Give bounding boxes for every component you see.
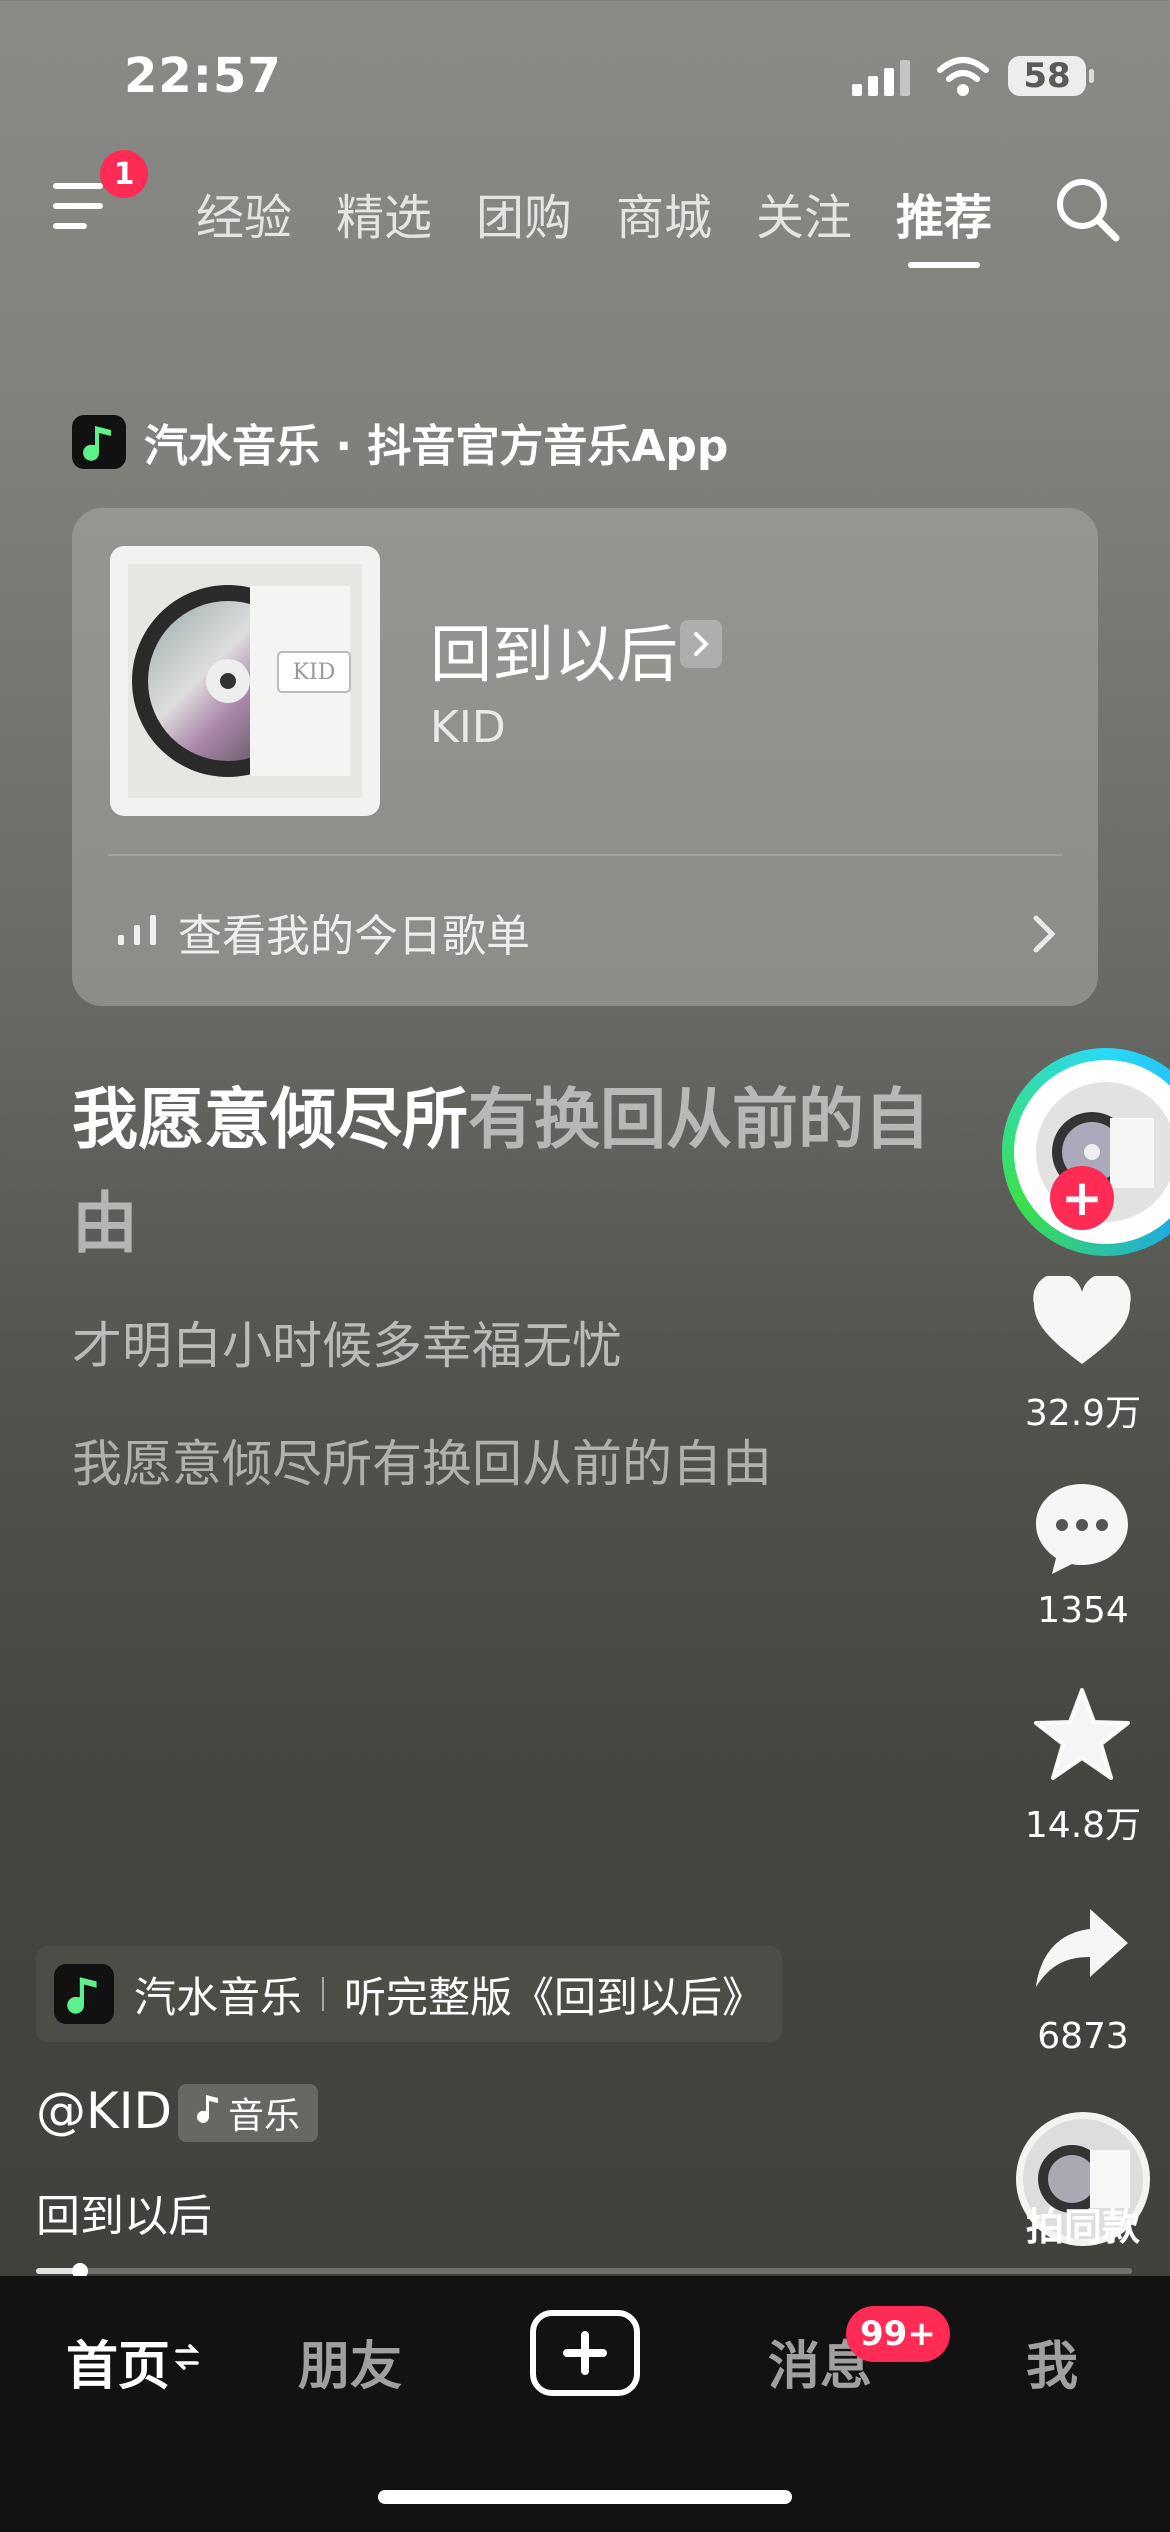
qishui-logo-icon xyxy=(72,415,126,469)
music-chip-app: 汽水音乐 xyxy=(134,1972,303,2022)
author-handle[interactable]: @KID xyxy=(36,2082,172,2140)
music-chip-text: 听完整版《回到以后》 xyxy=(344,1972,765,2022)
album-cover-text: KID xyxy=(293,660,336,685)
following-lyric-line: 我愿意倾尽所有换回从前的自由 xyxy=(72,1435,772,1493)
song-title[interactable]: 回到以后 xyxy=(430,604,678,694)
music-note-icon xyxy=(196,2093,222,2134)
song-artist: KID xyxy=(430,702,506,753)
tab-jingyan[interactable]: 经验 xyxy=(196,178,292,248)
nav-friends[interactable]: 朋友 xyxy=(298,2324,402,2399)
notification-badge: 1 xyxy=(100,150,148,198)
active-tab-indicator xyxy=(908,262,980,268)
chevron-right-icon[interactable] xyxy=(1030,912,1058,960)
daily-playlist-link[interactable]: 查看我的今日歌单 xyxy=(116,900,530,964)
battery-indicator: 58 xyxy=(1008,56,1094,96)
comment-icon[interactable] xyxy=(1030,1480,1134,1576)
music-source-text: 汽水音乐 · 抖音官方音乐App xyxy=(144,421,729,472)
qishui-logo-icon xyxy=(54,1964,114,2024)
create-button[interactable] xyxy=(530,2310,640,2396)
video-caption: 回到以后 xyxy=(36,2191,212,2242)
messages-badge: 99+ xyxy=(846,2306,950,2362)
cellular-signal-icon xyxy=(852,58,916,102)
like-count: 32.9万 xyxy=(1024,1393,1142,1434)
tab-tuangou[interactable]: 团购 xyxy=(476,178,572,248)
follow-button[interactable]: + xyxy=(1050,1166,1114,1230)
tab-jingxuan[interactable]: 精选 xyxy=(336,178,432,248)
daily-playlist-label: 查看我的今日歌单 xyxy=(178,911,530,962)
wifi-icon xyxy=(936,54,990,102)
like-heart-icon[interactable] xyxy=(1030,1274,1134,1370)
use-sound-label[interactable]: 拍同款 xyxy=(1000,2196,1166,2251)
music-tag-label: 音乐 xyxy=(228,2096,301,2137)
search-icon[interactable] xyxy=(1052,174,1122,248)
tab-guanzhu[interactable]: 关注 xyxy=(756,178,852,248)
menu-icon[interactable] xyxy=(52,180,112,236)
equalizer-icon xyxy=(116,907,160,958)
nav-me[interactable]: 我 xyxy=(1026,2324,1078,2399)
tab-tuijian[interactable]: 推荐 xyxy=(896,178,992,248)
music-tag[interactable]: 音乐 xyxy=(178,2084,319,2142)
favorite-star-icon[interactable] xyxy=(1030,1686,1134,1782)
switch-arrows-icon[interactable] xyxy=(174,2342,200,2376)
share-count: 6873 xyxy=(1037,2016,1129,2057)
next-lyric-line: 才明白小时候多幸福无忧 xyxy=(72,1317,622,1375)
comment-count: 1354 xyxy=(1037,1590,1129,1631)
video-progress-bar[interactable] xyxy=(36,2263,1132,2279)
current-lyric-line: 我愿意倾尽所有换回从前的自由 xyxy=(72,1081,930,1262)
card-divider xyxy=(108,854,1062,856)
music-chip[interactable]: 汽水音乐 听完整版《回到以后》 xyxy=(36,1946,782,2042)
chevron-right-icon[interactable] xyxy=(680,620,722,668)
nav-home[interactable]: 首页 xyxy=(66,2324,170,2399)
status-time: 22:57 xyxy=(124,48,282,104)
chip-separator xyxy=(322,1977,325,2011)
favorite-count: 14.8万 xyxy=(1024,1805,1142,1846)
music-source-line[interactable]: 汽水音乐 · 抖音官方音乐App xyxy=(72,410,728,474)
share-icon[interactable] xyxy=(1030,1902,1134,1998)
home-indicator xyxy=(378,2490,792,2504)
tab-shangcheng[interactable]: 商城 xyxy=(616,178,712,248)
album-cover[interactable]: KID xyxy=(110,546,380,816)
